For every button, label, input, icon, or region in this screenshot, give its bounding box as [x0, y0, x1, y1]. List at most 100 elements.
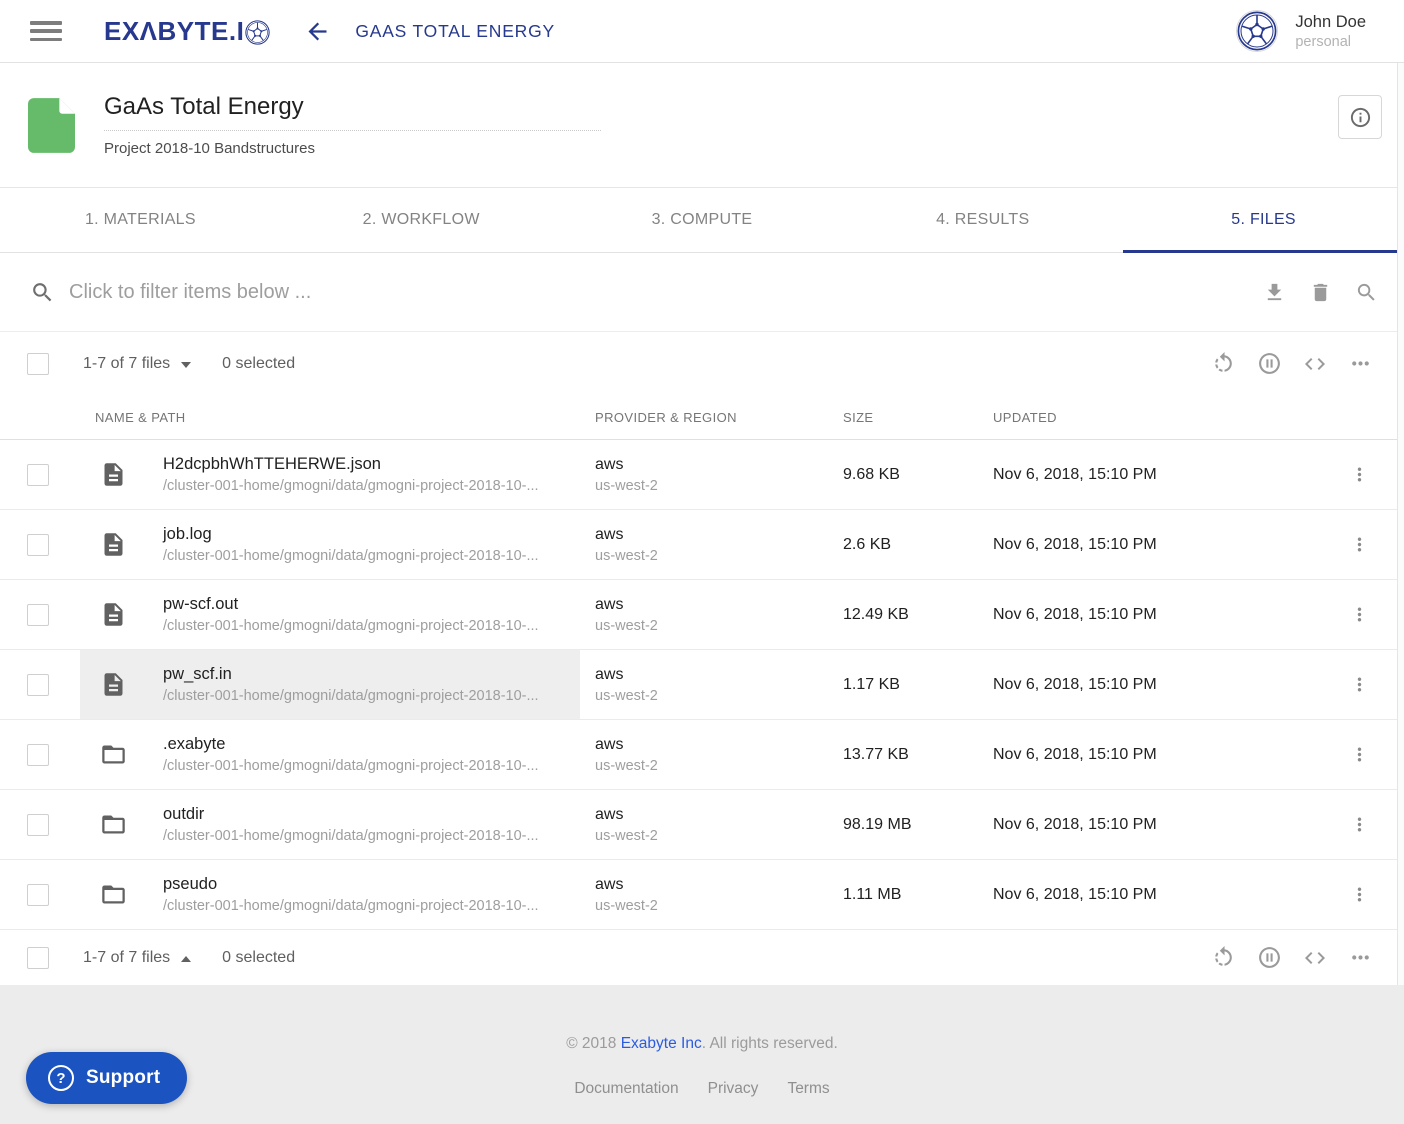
provider-cell: aws us-west-2 — [580, 860, 828, 929]
search-button[interactable] — [1355, 281, 1378, 304]
updated-cell: Nov 6, 2018, 15:10 PM — [978, 580, 1314, 649]
folder-icon — [100, 740, 127, 769]
name-path-cell[interactable]: pw_scf.in /cluster-001-home/gmogni/data/… — [80, 650, 580, 719]
row-checkbox[interactable] — [27, 814, 49, 836]
exabyte-app: EXΛBYTE.I GAAS TOTAL ENERGY John Doe per… — [0, 0, 1404, 1124]
file-name: pw-scf.out — [163, 595, 539, 614]
footer-link[interactable]: Documentation — [574, 1080, 678, 1098]
download-button[interactable] — [1263, 281, 1286, 304]
tab[interactable]: 2. WORKFLOW — [281, 188, 562, 252]
list-toolbar-bottom: 1-7 of 7 files 0 selected — [0, 930, 1404, 985]
pagination-dropdown[interactable]: 1-7 of 7 files — [83, 949, 191, 967]
row-menu-button[interactable] — [1349, 884, 1370, 905]
row-menu-button[interactable] — [1349, 604, 1370, 625]
name-path-cell[interactable]: outdir /cluster-001-home/gmogni/data/gmo… — [80, 790, 580, 859]
scrollbar-track[interactable] — [1397, 63, 1404, 985]
menu-icon[interactable] — [30, 21, 62, 41]
region: us-west-2 — [595, 688, 828, 704]
table-row[interactable]: pw-scf.out /cluster-001-home/gmogni/data… — [0, 580, 1404, 650]
column-header-updated[interactable]: UPDATED — [978, 410, 1314, 425]
updated-cell: Nov 6, 2018, 15:10 PM — [978, 440, 1314, 509]
list-toolbar-top: 1-7 of 7 files 0 selected — [0, 332, 1404, 395]
name-path-cell[interactable]: job.log /cluster-001-home/gmogni/data/gm… — [80, 510, 580, 579]
table-row[interactable]: job.log /cluster-001-home/gmogni/data/gm… — [0, 510, 1404, 580]
back-button[interactable] — [304, 18, 331, 45]
column-header-provider-region[interactable]: PROVIDER & REGION — [580, 410, 828, 425]
provider-cell: aws us-west-2 — [580, 790, 828, 859]
select-all-checkbox[interactable] — [27, 353, 49, 375]
tab[interactable]: 1. MATERIALS — [0, 188, 281, 252]
filter-input[interactable] — [69, 281, 1263, 304]
table-row[interactable]: pseudo /cluster-001-home/gmogni/data/gmo… — [0, 860, 1404, 930]
table-row[interactable]: pw_scf.in /cluster-001-home/gmogni/data/… — [0, 650, 1404, 720]
footer-links: Documentation Privacy Terms — [0, 1080, 1404, 1098]
more-vert-icon — [1349, 744, 1370, 765]
row-checkbox[interactable] — [27, 534, 49, 556]
region: us-west-2 — [595, 898, 828, 914]
footer-link[interactable]: Privacy — [708, 1080, 759, 1098]
row-menu-button[interactable] — [1349, 464, 1370, 485]
column-header-name-path[interactable]: NAME & PATH — [80, 410, 580, 425]
search-icon — [1355, 281, 1378, 304]
row-checkbox[interactable] — [27, 464, 49, 486]
provider: aws — [595, 806, 828, 824]
row-checkbox[interactable] — [27, 674, 49, 696]
name-path-cell[interactable]: H2dcpbhWhTTEHERWE.json /cluster-001-home… — [80, 440, 580, 509]
more-button[interactable] — [1348, 351, 1373, 376]
provider: aws — [595, 456, 828, 474]
support-button[interactable]: ? Support — [26, 1052, 187, 1104]
region: us-west-2 — [595, 478, 828, 494]
size-cell: 1.11 MB — [828, 860, 978, 929]
pause-button[interactable] — [1257, 351, 1282, 376]
file-name: job.log — [163, 525, 539, 544]
file-name: H2dcpbhWhTTEHERWE.json — [163, 455, 539, 474]
user-block[interactable]: John Doe personal — [1295, 13, 1366, 50]
row-checkbox[interactable] — [27, 744, 49, 766]
tab-label: 2. WORKFLOW — [363, 211, 480, 229]
row-menu-button[interactable] — [1349, 744, 1370, 765]
footer-link[interactable]: Terms — [787, 1080, 829, 1098]
row-menu-button[interactable] — [1349, 534, 1370, 555]
select-all-checkbox[interactable] — [27, 947, 49, 969]
row-menu-button[interactable] — [1349, 814, 1370, 835]
table-header: NAME & PATH PROVIDER & REGION SIZE UPDAT… — [0, 395, 1404, 440]
row-checkbox[interactable] — [27, 884, 49, 906]
file-icon — [100, 529, 127, 560]
name-path-cell[interactable]: .exabyte /cluster-001-home/gmogni/data/g… — [80, 720, 580, 789]
refresh-button[interactable] — [1211, 945, 1236, 970]
table-row[interactable]: outdir /cluster-001-home/gmogni/data/gmo… — [0, 790, 1404, 860]
size-cell: 1.17 KB — [828, 650, 978, 719]
support-button-label: Support — [86, 1067, 160, 1089]
tab-label: 4. RESULTS — [936, 211, 1029, 229]
row-menu-button[interactable] — [1349, 674, 1370, 695]
job-title: GaAs Total Energy — [104, 93, 601, 131]
table-row[interactable]: H2dcpbhWhTTEHERWE.json /cluster-001-home… — [0, 440, 1404, 510]
provider: aws — [595, 596, 828, 614]
company-link[interactable]: Exabyte Inc — [621, 1035, 702, 1052]
name-path-cell[interactable]: pw-scf.out /cluster-001-home/gmogni/data… — [80, 580, 580, 649]
info-button[interactable] — [1338, 95, 1382, 139]
user-avatar[interactable] — [1236, 10, 1278, 52]
more-button[interactable] — [1348, 945, 1373, 970]
exabyte-logo[interactable]: EXΛBYTE.I — [104, 16, 270, 47]
name-path-cell[interactable]: pseudo /cluster-001-home/gmogni/data/gmo… — [80, 860, 580, 929]
tab[interactable]: 5. FILES — [1123, 188, 1404, 252]
page-title: GAAS TOTAL ENERGY — [355, 21, 555, 42]
pagination-dropdown[interactable]: 1-7 of 7 files — [83, 355, 191, 373]
range-label: 1-7 of 7 files — [83, 949, 170, 967]
pause-button[interactable] — [1257, 945, 1282, 970]
soccer-ball-logo-icon — [245, 20, 270, 45]
selected-count: 0 selected — [222, 355, 295, 373]
size-cell: 2.6 KB — [828, 510, 978, 579]
page-footer: © 2018 Exabyte Inc. All rights reserved.… — [0, 985, 1404, 1124]
tab[interactable]: 4. RESULTS — [842, 188, 1123, 252]
more-vert-icon — [1349, 464, 1370, 485]
row-checkbox[interactable] — [27, 604, 49, 626]
delete-button[interactable] — [1309, 281, 1332, 304]
refresh-button[interactable] — [1211, 351, 1236, 376]
code-button[interactable] — [1303, 946, 1327, 970]
table-row[interactable]: .exabyte /cluster-001-home/gmogni/data/g… — [0, 720, 1404, 790]
tab[interactable]: 3. COMPUTE — [562, 188, 843, 252]
column-header-size[interactable]: SIZE — [828, 410, 978, 425]
code-button[interactable] — [1303, 352, 1327, 376]
